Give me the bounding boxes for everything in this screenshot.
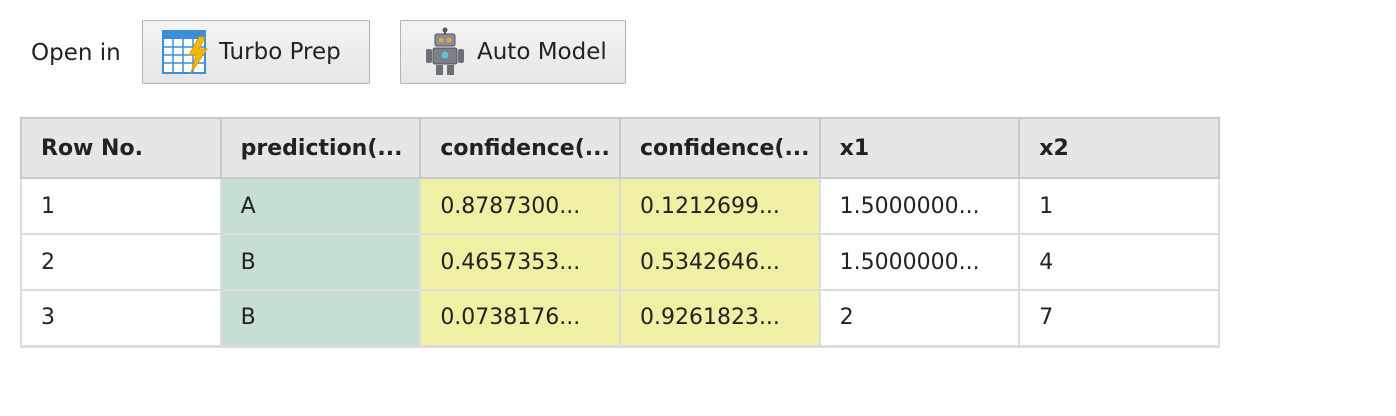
column-header-row-no[interactable]: Row No. [20, 117, 222, 179]
cell-x2: 4 [1018, 233, 1220, 291]
cell-row-no: 3 [20, 289, 222, 348]
cell-confidence-1: 0.0738176... [419, 289, 621, 348]
turbo-prep-grid-lightning-icon [162, 30, 208, 74]
cell-x2: 7 [1018, 289, 1220, 348]
column-header-x2[interactable]: x2 [1018, 117, 1220, 179]
cell-prediction: A [219, 177, 422, 235]
auto-model-label: Auto Model [477, 39, 607, 65]
cell-x1: 1.5000000... [818, 177, 1021, 235]
column-header-confidence-2[interactable]: confidence(... [618, 117, 821, 179]
turbo-prep-button[interactable]: Turbo Prep [142, 20, 370, 84]
cell-confidence-2: 0.1212699... [618, 177, 821, 235]
robot-icon [426, 27, 464, 75]
cell-prediction: B [219, 289, 422, 348]
cell-prediction: B [219, 233, 422, 291]
cell-confidence-1: 0.4657353... [419, 233, 621, 291]
cell-x2: 1 [1018, 177, 1220, 235]
cell-x1: 2 [818, 289, 1021, 348]
results-toolbar: Open in Turbo Prep Auto Model [0, 0, 1396, 100]
cell-confidence-1: 0.8787300... [419, 177, 621, 235]
cell-confidence-2: 0.5342646... [618, 233, 821, 291]
auto-model-button[interactable]: Auto Model [400, 20, 626, 84]
turbo-prep-label: Turbo Prep [219, 39, 341, 65]
table-row[interactable]: 1 A 0.8787300... 0.1212699... 1.5000000.… [20, 177, 1220, 235]
table-row[interactable]: 3 B 0.0738176... 0.9261823... 2 7 [20, 289, 1220, 348]
cell-confidence-2: 0.9261823... [618, 289, 821, 348]
open-in-label: Open in [31, 40, 121, 66]
results-table: Row No. prediction(... confidence(... co… [20, 117, 1220, 348]
cell-row-no: 2 [20, 233, 222, 291]
column-header-prediction[interactable]: prediction(... [219, 117, 422, 179]
table-row[interactable]: 2 B 0.4657353... 0.5342646... 1.5000000.… [20, 233, 1220, 291]
table-header-row: Row No. prediction(... confidence(... co… [20, 117, 1220, 179]
column-header-confidence-1[interactable]: confidence(... [419, 117, 621, 179]
cell-x1: 1.5000000... [818, 233, 1021, 291]
cell-row-no: 1 [20, 177, 222, 235]
column-header-x1[interactable]: x1 [818, 117, 1021, 179]
